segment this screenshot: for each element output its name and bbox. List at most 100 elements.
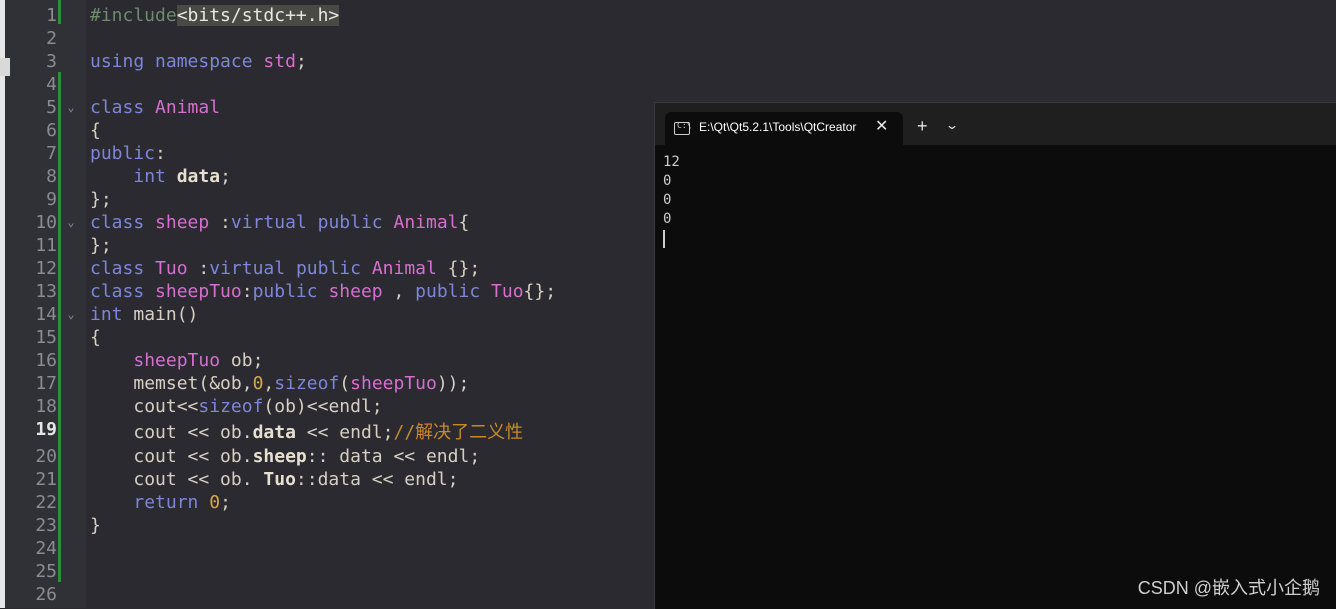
type-name: Animal	[155, 97, 221, 118]
code-line-22: return 0;	[90, 491, 231, 514]
fold-chevron-icon[interactable]: ⌄	[65, 96, 77, 119]
code-line-1: #include<bits/stdc++.h>	[90, 4, 340, 27]
code-text: cout << ob.	[133, 446, 253, 467]
terminal-tab-title: E:\Qt\Qt5.2.1\Tools\QtCreator	[699, 120, 857, 134]
code-text: :: data << endl;	[306, 446, 481, 467]
punctuation: {	[90, 120, 101, 141]
punctuation: {	[90, 327, 101, 348]
keyword: class	[90, 258, 145, 279]
line-number: 16	[35, 350, 57, 371]
terminal-window[interactable]: C:\ E:\Qt\Qt5.2.1\Tools\QtCreator ✕ + ⌄ …	[654, 102, 1336, 609]
punctuation: ,	[263, 373, 275, 394]
fold-chevron-icon[interactable]: ⌄	[65, 211, 77, 234]
code-line-17: memset(&ob,0,sizeof(sheepTuo));	[90, 372, 469, 395]
type-name: Tuo	[491, 281, 524, 302]
line-number: 24	[35, 538, 57, 559]
line-number: 21	[35, 469, 57, 490]
code-line-23: }	[90, 514, 101, 537]
line-number: 11	[35, 235, 57, 256]
keyword: public	[252, 281, 318, 302]
keyword: virtual	[230, 212, 307, 233]
keyword: int	[133, 166, 166, 187]
code-line-10: class sheep :virtual public Animal{	[90, 211, 469, 234]
line-number: 8	[46, 166, 57, 187]
line-number: 15	[35, 327, 57, 348]
line-number: 14	[35, 304, 57, 325]
output-line: 12	[663, 154, 680, 170]
code-line-21: cout << ob. Tuo::data << endl;	[90, 468, 458, 491]
member-name: sheep	[252, 446, 307, 467]
keyword: class	[90, 97, 145, 118]
output-line: 0	[663, 192, 672, 208]
code-line-20: cout << ob.sheep:: data << endl;	[90, 445, 480, 468]
line-number: 4	[46, 74, 57, 95]
punctuation: :	[241, 281, 253, 302]
code-line-19: cout << ob.data << endl;//解决了二义性	[90, 421, 523, 444]
punctuation: ;	[220, 492, 231, 513]
line-number: 20	[35, 446, 57, 467]
type-name: sheepTuo	[133, 350, 221, 371]
punctuation: }	[90, 515, 101, 536]
line-number: 6	[46, 120, 57, 141]
terminal-tab-bar: C:\ E:\Qt\Qt5.2.1\Tools\QtCreator ✕ + ⌄	[655, 103, 1336, 145]
line-number: 26	[35, 584, 57, 605]
keyword: public	[317, 212, 383, 233]
keyword: sizeof	[274, 373, 340, 394]
code-line-13: class sheepTuo:public sheep , public Tuo…	[90, 280, 556, 303]
code-line-3: using namespace std;	[90, 50, 307, 73]
line-number: 23	[35, 515, 57, 536]
include-path: <bits/stdc++.h>	[176, 5, 340, 26]
line-number: 5	[46, 97, 57, 118]
new-tab-button[interactable]: +	[917, 116, 928, 137]
keyword: public	[90, 143, 156, 164]
code-text: cout << ob.	[133, 422, 253, 443]
line-number: 3	[46, 51, 57, 72]
code-line-12: class Tuo :virtual public Animal {};	[90, 257, 480, 280]
punctuation: ;	[220, 166, 231, 187]
punctuation: };	[90, 235, 112, 256]
keyword: int	[90, 304, 123, 325]
type-name: sheep	[155, 212, 210, 233]
keyword: namespace	[155, 51, 253, 72]
comment: //解决了二义性	[393, 422, 524, 443]
punctuation: {};	[436, 258, 481, 279]
code-line-7: public:	[90, 142, 166, 165]
punctuation: ;	[295, 51, 307, 72]
keyword: class	[90, 281, 145, 302]
chevron-down-icon[interactable]: ⌄	[945, 118, 959, 132]
console-icon: C:\	[674, 121, 691, 135]
line-number: 25	[35, 561, 57, 582]
line-number: 1	[46, 5, 57, 26]
code-text: ::data << endl;	[295, 469, 459, 490]
line-number: 12	[35, 258, 57, 279]
change-marker	[58, 0, 61, 24]
code-line-15: {	[90, 326, 101, 349]
punctuation: ));	[436, 373, 470, 394]
close-icon[interactable]: ✕	[875, 116, 888, 136]
keyword: sizeof	[198, 396, 264, 417]
number-literal: 0	[209, 492, 221, 513]
keyword: return	[133, 492, 199, 513]
type-name: sheep	[328, 281, 383, 302]
punctuation: :	[209, 212, 231, 233]
line-number: 13	[35, 281, 57, 302]
text-cursor	[663, 230, 665, 248]
line-number: 18	[35, 396, 57, 417]
terminal-tab[interactable]: C:\ E:\Qt\Qt5.2.1\Tools\QtCreator ✕	[665, 112, 903, 145]
function-name: main()	[133, 304, 199, 325]
terminal-output[interactable]: 12 0 0 0	[663, 153, 680, 248]
code-line-5: class Animal	[90, 96, 220, 119]
code-text: memset(&ob,	[133, 373, 253, 394]
type-name: Animal	[371, 258, 437, 279]
code-line-6: {	[90, 119, 101, 142]
line-number: 9	[46, 189, 57, 210]
preprocessor-directive: #include	[90, 5, 177, 26]
punctuation: {};	[523, 281, 557, 302]
punctuation: {	[458, 212, 470, 233]
fold-chevron-icon[interactable]: ⌄	[65, 303, 77, 326]
code-line-11: };	[90, 234, 112, 257]
change-marker	[58, 72, 61, 582]
punctuation: :	[187, 258, 210, 279]
keyword: public	[415, 281, 481, 302]
number-literal: 0	[252, 373, 264, 394]
